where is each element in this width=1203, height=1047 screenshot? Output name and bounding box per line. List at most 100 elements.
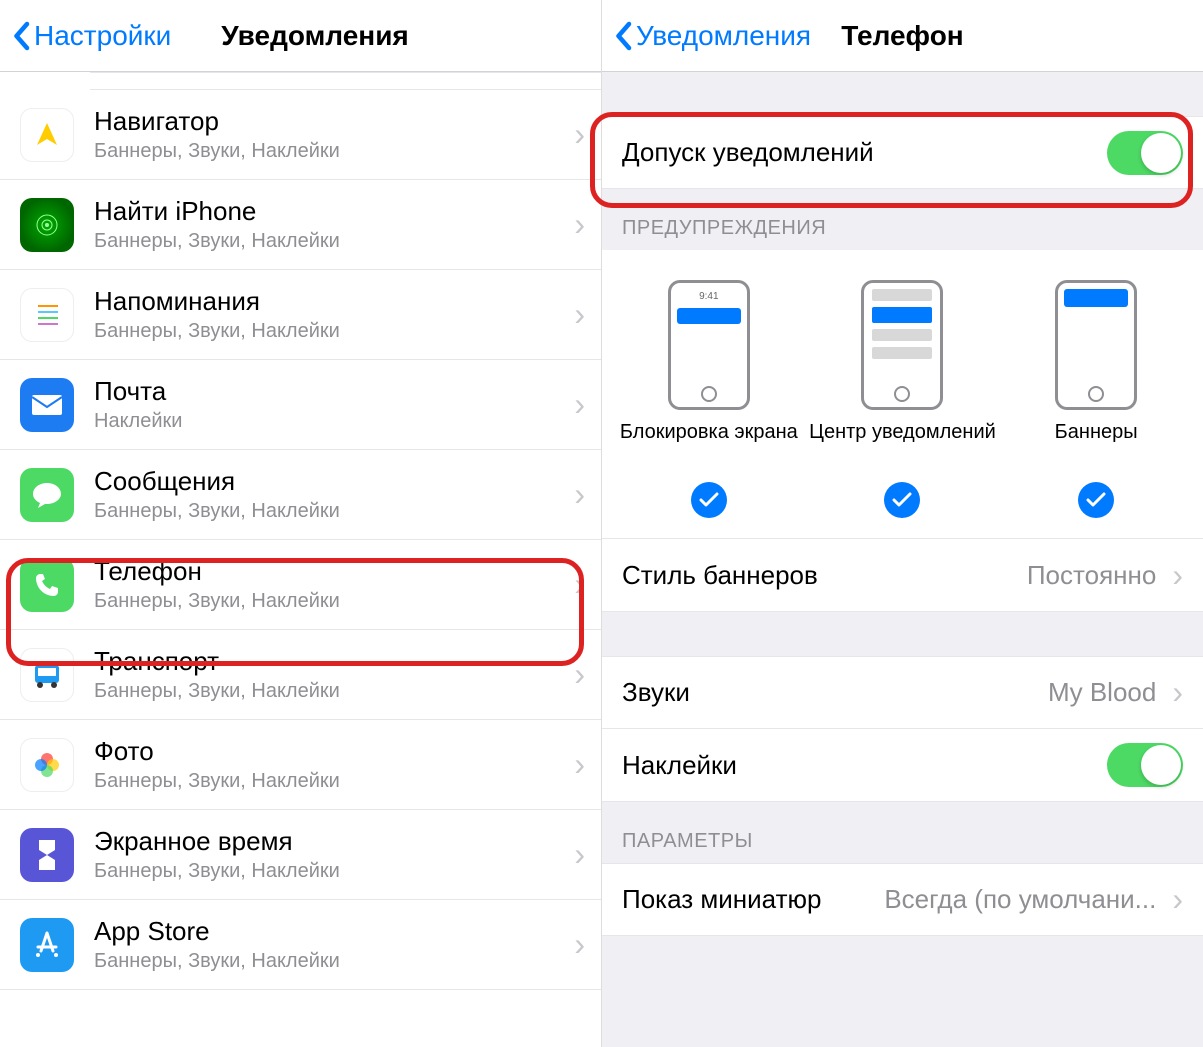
app-sub: Баннеры, Звуки, Наклейки [94, 950, 566, 973]
allow-toggle[interactable] [1107, 131, 1183, 175]
app-row-phone[interactable]: Телефон Баннеры, Звуки, Наклейки › [0, 540, 601, 630]
chevron-right-icon: › [574, 926, 585, 963]
navigator-icon [20, 108, 74, 162]
app-sub: Баннеры, Звуки, Наклейки [94, 230, 566, 253]
alert-type-2[interactable]: Баннеры [1001, 280, 1191, 518]
chevron-right-icon: › [574, 476, 585, 513]
check-icon[interactable] [1078, 482, 1114, 518]
app-sub: Баннеры, Звуки, Наклейки [94, 140, 566, 163]
alert-label: Блокировка экрана [620, 420, 798, 470]
row-text: Сообщения Баннеры, Звуки, Наклейки [94, 466, 566, 522]
app-row-mail[interactable]: Почта Наклейки › [0, 360, 601, 450]
chevron-right-icon: › [1172, 881, 1183, 918]
app-list: НавигаторБаннеры, Звуки, Наклейки›Найти … [0, 72, 601, 990]
alert-label: Баннеры [1055, 420, 1138, 470]
lock-screen-mock: 9:41 [668, 280, 750, 410]
app-name: Навигатор [94, 106, 566, 137]
back-label: Уведомления [636, 20, 811, 52]
app-row-reminders[interactable]: Напоминания Баннеры, Звуки, Наклейки › [0, 270, 601, 360]
back-button-settings[interactable]: Настройки [12, 20, 171, 52]
chevron-right-icon: › [574, 746, 585, 783]
app-name: Фото [94, 736, 566, 767]
params-section-header: ПАРАМЕТРЫ [602, 802, 1203, 863]
app-name: Найти iPhone [94, 196, 566, 227]
chevron-right-icon: › [574, 386, 585, 423]
alert-label: Центр уведомлений [809, 420, 996, 470]
banner-mock [1055, 280, 1137, 410]
badges-label: Наклейки [622, 750, 1107, 781]
app-sub: Баннеры, Звуки, Наклейки [94, 500, 566, 523]
allow-label: Допуск уведомлений [622, 137, 1107, 168]
page-title: Уведомления [221, 20, 408, 52]
notifications-list-screen: Настройки Уведомления Навигатор Баннеры, … [0, 0, 602, 1047]
chevron-right-icon: › [574, 566, 585, 603]
app-sub: Баннеры, Звуки, Наклейки [94, 320, 566, 343]
row-text: App Store Баннеры, Звуки, Наклейки [94, 916, 566, 972]
check-icon[interactable] [691, 482, 727, 518]
badges-cell[interactable]: Наклейки [602, 729, 1203, 802]
sounds-label: Звуки [622, 677, 1048, 708]
chevron-right-icon: › [574, 206, 585, 243]
chevron-right-icon: › [574, 656, 585, 693]
app-sub: Баннеры, Звуки, Наклейки [94, 860, 566, 883]
transport-icon [20, 648, 74, 702]
app-name: Экранное время [94, 826, 566, 857]
preview-value: Всегда (по умолчани... [884, 884, 1156, 915]
preview-cell[interactable]: Показ миниатюр Всегда (по умолчани... › [602, 863, 1203, 936]
app-row-screen-time[interactable]: Экранное время Баннеры, Звуки, Наклейки › [0, 810, 601, 900]
reminders-icon [20, 288, 74, 342]
mail-icon [20, 378, 74, 432]
row-text: Напоминания Баннеры, Звуки, Наклейки [94, 286, 566, 342]
allow-notifications-cell[interactable]: Допуск уведомлений [602, 116, 1203, 189]
back-button-notifications[interactable]: Уведомления [614, 20, 811, 52]
preview-label: Показ миниатюр [622, 884, 884, 915]
screen-time-icon [20, 828, 74, 882]
phone-notifications-screen: Уведомления Телефон Допуск уведомлений П… [602, 0, 1203, 1047]
app-sub: Баннеры, Звуки, Наклейки [94, 680, 566, 703]
app-sub: Баннеры, Звуки, Наклейки [94, 590, 566, 613]
app-name: App Store [94, 916, 566, 947]
app-sub: Баннеры, Звуки, Наклейки [94, 770, 566, 793]
app-row-navigator[interactable]: Навигатор Баннеры, Звуки, Наклейки › [0, 90, 601, 180]
chevron-right-icon: › [574, 836, 585, 873]
app-row-transport[interactable]: Транспорт Баннеры, Звуки, Наклейки › [0, 630, 601, 720]
check-icon[interactable] [884, 482, 920, 518]
app-name: Почта [94, 376, 566, 407]
app-name: Телефон [94, 556, 566, 587]
alert-type-1[interactable]: Центр уведомлений [807, 280, 997, 518]
find-iphone-icon [20, 198, 74, 252]
banner-style-label: Стиль баннеров [622, 560, 1027, 591]
app-name: Транспорт [94, 646, 566, 677]
app-row-photos[interactable]: Фото Баннеры, Звуки, Наклейки › [0, 720, 601, 810]
messages-icon [20, 468, 74, 522]
row-text: Транспорт Баннеры, Звуки, Наклейки [94, 646, 566, 702]
app-row-find-iphone[interactable]: Найти iPhone Баннеры, Звуки, Наклейки › [0, 180, 601, 270]
app-row-messages[interactable]: Сообщения Баннеры, Звуки, Наклейки › [0, 450, 601, 540]
banner-style-cell[interactable]: Стиль баннеров Постоянно › [602, 539, 1203, 612]
sounds-value: My Blood [1048, 677, 1156, 708]
phone-icon [20, 558, 74, 612]
alerts-panel: 9:41 Блокировка экранаЦентр уведомлений Ба… [602, 250, 1203, 539]
navbar-right: Уведомления Телефон [602, 0, 1203, 72]
row-text: Почта Наклейки [94, 376, 566, 432]
app-name: Напоминания [94, 286, 566, 317]
back-label: Настройки [34, 20, 171, 52]
app-row-app-store[interactable]: App Store Баннеры, Звуки, Наклейки › [0, 900, 601, 990]
alerts-section-header: ПРЕДУПРЕЖДЕНИЯ [602, 189, 1203, 250]
row-text: Экранное время Баннеры, Звуки, Наклейки [94, 826, 566, 882]
photos-icon [20, 738, 74, 792]
app-sub: Наклейки [94, 410, 566, 433]
partial-row [90, 72, 601, 90]
navbar-left: Настройки Уведомления [0, 0, 601, 72]
chevron-right-icon: › [574, 116, 585, 153]
app-name: Сообщения [94, 466, 566, 497]
row-text: Навигатор Баннеры, Звуки, Наклейки [94, 106, 566, 162]
badges-toggle[interactable] [1107, 743, 1183, 787]
banner-style-value: Постоянно [1027, 560, 1156, 591]
sounds-cell[interactable]: Звуки My Blood › [602, 656, 1203, 729]
alert-type-0[interactable]: 9:41 Блокировка экрана [614, 280, 804, 518]
chevron-right-icon: › [1172, 674, 1183, 711]
row-text: Телефон Баннеры, Звуки, Наклейки [94, 556, 566, 612]
row-text: Найти iPhone Баннеры, Звуки, Наклейки [94, 196, 566, 252]
chevron-right-icon: › [574, 296, 585, 333]
